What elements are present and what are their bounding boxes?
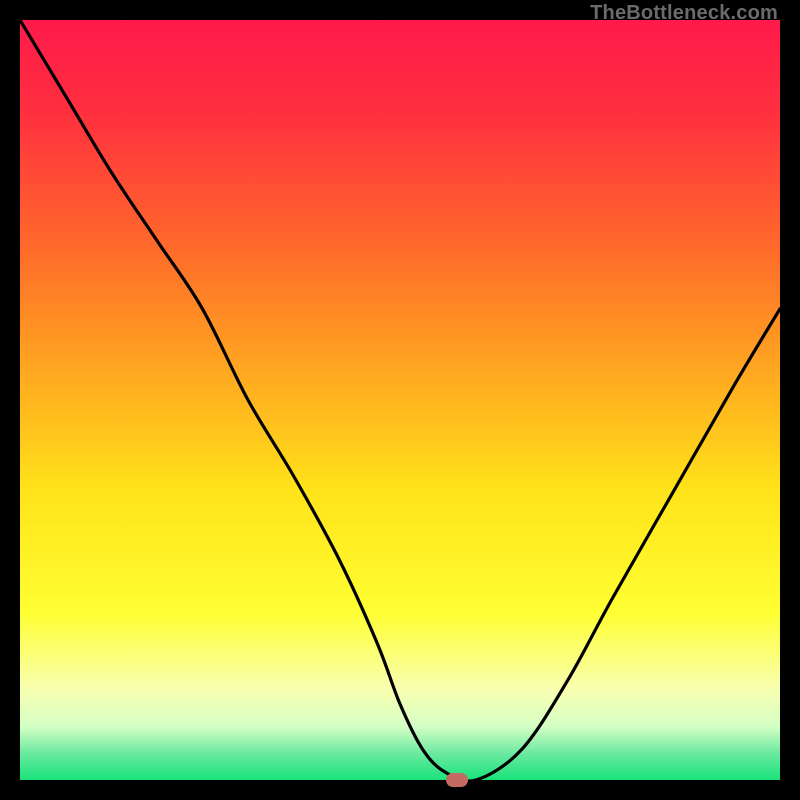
watermark-text: TheBottleneck.com [590, 2, 778, 25]
outer-frame: TheBottleneck.com [0, 0, 800, 800]
bottleneck-curve [20, 20, 780, 780]
plot-area [20, 20, 780, 780]
optimal-point-marker [446, 773, 468, 787]
